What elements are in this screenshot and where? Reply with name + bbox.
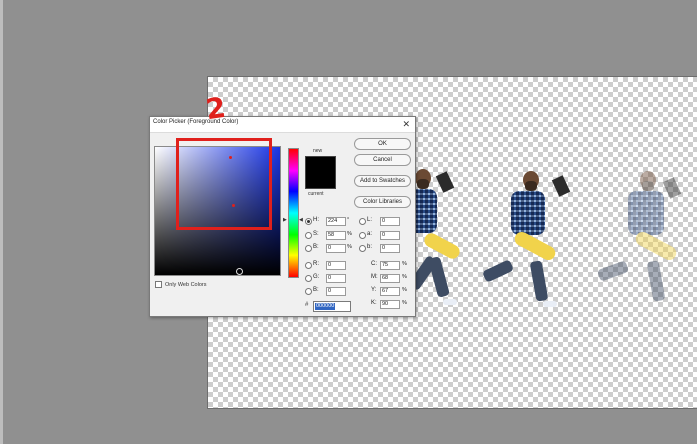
input-l[interactable]: 0 — [380, 217, 400, 226]
input-y[interactable]: 67 — [380, 287, 400, 296]
unit-h: ° — [347, 217, 350, 223]
unit-m: % — [402, 274, 407, 280]
hue-slider-arrow-right-icon[interactable]: ◀ — [299, 217, 303, 223]
color-field-cursor[interactable] — [236, 268, 243, 275]
only-web-colors-option[interactable]: Only Web Colors — [155, 281, 206, 288]
unit-s: % — [347, 231, 352, 237]
radio-lab-b[interactable] — [359, 245, 366, 252]
input-c[interactable]: 75 — [380, 261, 400, 270]
only-web-colors-label: Only Web Colors — [165, 281, 207, 288]
label-k: K: — [371, 300, 377, 306]
person-figure-2 — [481, 167, 578, 317]
cancel-button[interactable]: Cancel — [354, 154, 411, 166]
radio-r[interactable] — [305, 262, 312, 269]
field-row-h: H: 224 ° — [305, 217, 355, 226]
unit-c: % — [402, 261, 407, 267]
field-row-k: K: 90 % — [371, 300, 411, 309]
hex-value: 000000 — [315, 303, 336, 310]
label-r: R: — [313, 261, 319, 267]
input-r[interactable]: 0 — [326, 261, 346, 270]
radio-g[interactable] — [305, 275, 312, 282]
field-row-b-hsb: B: 0 % — [305, 244, 355, 253]
label-s: S: — [313, 231, 319, 237]
annotation-highlight-box — [176, 138, 272, 230]
hue-slider-arrow-left-icon[interactable]: ▶ — [283, 217, 287, 223]
person-figure-3 — [588, 167, 697, 317]
ok-button[interactable]: OK — [354, 138, 411, 150]
input-h[interactable]: 224 — [326, 217, 346, 226]
color-preview-swatch — [305, 156, 336, 189]
field-row-b-rgb: B: 0 — [305, 287, 355, 296]
label-g: G: — [313, 274, 320, 280]
label-h: H: — [313, 217, 319, 223]
field-row-a: a: 0 — [359, 231, 409, 240]
annotation-dot-1 — [229, 156, 232, 159]
input-a[interactable]: 0 — [380, 231, 400, 240]
radio-b-rgb[interactable] — [305, 288, 312, 295]
hex-input[interactable]: 000000 — [313, 301, 351, 312]
input-b-hsb[interactable]: 0 — [326, 244, 346, 253]
unit-k: % — [402, 300, 407, 306]
field-row-g: G: 0 — [305, 274, 355, 283]
field-row-lab-b: b: 0 — [359, 244, 409, 253]
input-m[interactable]: 68 — [380, 274, 400, 283]
unit-y: % — [402, 287, 407, 293]
field-row-r: R: 0 — [305, 261, 355, 270]
new-color-label: new — [313, 148, 323, 154]
input-s[interactable]: 58 — [326, 231, 346, 240]
hex-row: # 000000 — [305, 301, 351, 312]
left-panel-edge — [0, 0, 3, 444]
label-l: L: — [367, 217, 373, 223]
radio-b-hsb[interactable] — [305, 245, 312, 252]
input-k[interactable]: 90 — [380, 300, 400, 309]
input-lab-b[interactable]: 0 — [380, 244, 400, 253]
annotation-dot-2 — [232, 204, 235, 207]
close-icon[interactable]: ✕ — [402, 118, 410, 130]
field-row-m: M: 68 % — [371, 274, 411, 283]
hex-prefix: # — [305, 302, 309, 308]
label-lab-b: b: — [367, 244, 373, 250]
field-row-l: L: 0 — [359, 217, 409, 226]
color-libraries-button[interactable]: Color Libraries — [354, 196, 411, 208]
label-b-rgb: B: — [313, 287, 319, 293]
input-g[interactable]: 0 — [326, 274, 346, 283]
label-y: Y: — [371, 287, 377, 293]
field-row-s: S: 58 % — [305, 231, 355, 240]
label-c: C: — [371, 261, 377, 267]
field-row-y: Y: 67 % — [371, 287, 411, 296]
label-b-hsb: B: — [313, 244, 319, 250]
add-to-swatches-button[interactable]: Add to Swatches — [354, 175, 411, 187]
radio-h[interactable] — [305, 218, 312, 225]
only-web-colors-checkbox[interactable] — [155, 281, 162, 288]
current-color-label: current — [308, 191, 324, 197]
label-a: a: — [367, 231, 373, 237]
dialog-titlebar[interactable]: Color Picker (Foreground Color) ✕ — [150, 117, 415, 133]
field-row-c: C: 75 % — [371, 261, 411, 270]
unit-b-hsb: % — [347, 244, 352, 250]
radio-s[interactable] — [305, 232, 312, 239]
hue-slider[interactable] — [288, 148, 299, 278]
label-m: M: — [371, 274, 378, 280]
radio-l[interactable] — [359, 218, 366, 225]
radio-a[interactable] — [359, 232, 366, 239]
input-b-rgb[interactable]: 0 — [326, 287, 346, 296]
